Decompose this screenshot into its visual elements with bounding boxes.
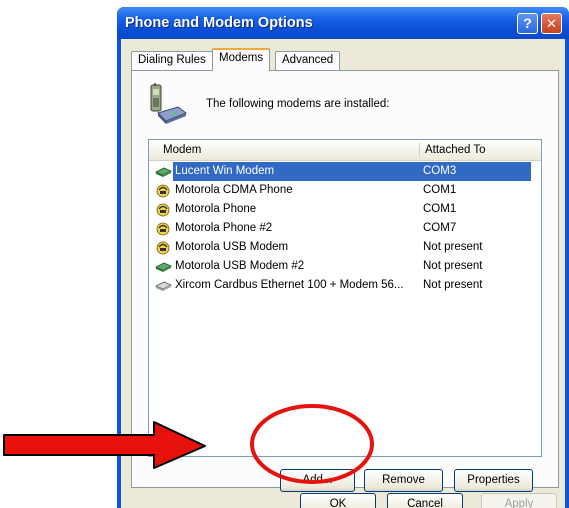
tab-label: Modems <box>219 52 264 64</box>
tab-modems[interactable]: Modems <box>212 48 271 71</box>
red-arrow-icon <box>3 421 206 469</box>
